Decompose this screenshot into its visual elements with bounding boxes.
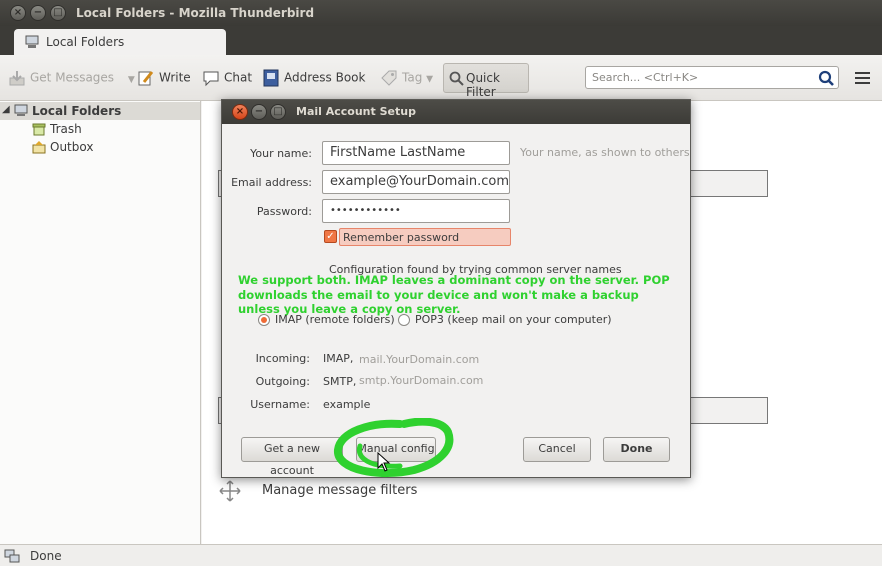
network-status-icon xyxy=(4,549,20,563)
folder-trash[interactable]: Trash xyxy=(50,122,82,136)
chat-button[interactable]: Chat xyxy=(202,69,252,87)
outbox-icon xyxy=(32,141,46,154)
search-icon[interactable] xyxy=(818,70,835,87)
dialog-close-button[interactable]: × xyxy=(232,104,248,120)
password-label: Password: xyxy=(256,205,312,218)
tag-icon xyxy=(381,70,397,86)
green-highlight-scribble xyxy=(334,418,454,477)
username-value: example xyxy=(323,398,371,411)
incoming-label: Incoming: xyxy=(255,352,310,365)
status-text: Done xyxy=(30,549,62,563)
trash-icon xyxy=(32,123,46,136)
status-bar: Done xyxy=(0,544,882,566)
get-new-account-button[interactable]: Get a new account xyxy=(241,437,343,477)
remember-password-label-box[interactable]: Remember password xyxy=(339,228,511,246)
pop3-label[interactable]: POP3 (keep mail on your computer) xyxy=(415,313,612,326)
cancel-button[interactable]: Cancel xyxy=(523,437,591,462)
username-label: Username: xyxy=(250,398,310,411)
folder-local-folders[interactable]: Local Folders xyxy=(32,104,121,118)
imap-label[interactable]: IMAP (remote folders) xyxy=(275,313,395,326)
outgoing-protocol: SMTP, xyxy=(323,375,357,388)
folder-pane: ◢ Local Folders Trash Outbox xyxy=(0,101,201,544)
computer-icon xyxy=(14,104,28,116)
name-hint: Your name, as shown to others xyxy=(520,146,690,159)
mouse-pointer-icon xyxy=(377,452,391,472)
minimize-window-button[interactable]: − xyxy=(30,5,46,21)
quick-filter-button[interactable]: Quick Filter xyxy=(443,63,529,99)
window-title: Local Folders - Mozilla Thunderbird xyxy=(76,6,315,20)
manage-filters-link[interactable]: Manage message filters xyxy=(262,483,417,498)
name-field[interactable]: FirstName LastName xyxy=(322,141,510,165)
address-book-icon xyxy=(263,69,279,87)
maximize-window-button[interactable]: □ xyxy=(50,5,66,21)
imap-radio[interactable] xyxy=(258,314,270,326)
tab-local-folders[interactable]: Local Folders xyxy=(14,29,226,55)
search-placeholder: Search... <Ctrl+K> xyxy=(592,71,699,84)
chat-bubble-icon xyxy=(203,71,219,87)
download-icon xyxy=(9,71,25,86)
remember-password-label: Remember password xyxy=(343,231,460,244)
outgoing-host: smtp.YourDomain.com xyxy=(359,374,484,387)
magnifier-icon xyxy=(449,71,464,86)
email-field[interactable]: example@YourDomain.com xyxy=(322,170,510,194)
done-button[interactable]: Done xyxy=(603,437,670,462)
dialog-maximize-button[interactable]: □ xyxy=(270,104,286,120)
search-input[interactable]: Search... <Ctrl+K> xyxy=(585,66,839,89)
email-label: Email address: xyxy=(231,176,312,189)
pencil-icon xyxy=(138,71,154,86)
pop3-radio[interactable] xyxy=(398,314,410,326)
filter-arrows-icon xyxy=(219,480,241,502)
close-window-button[interactable]: × xyxy=(10,5,26,21)
get-messages-button[interactable]: Get Messages ▼ xyxy=(8,69,135,87)
tab-strip: Local Folders xyxy=(0,26,882,55)
write-button[interactable]: Write xyxy=(137,69,191,87)
window-titlebar: × − □ Local Folders - Mozilla Thunderbir… xyxy=(0,0,882,26)
remember-password-checkbox[interactable]: ✓ xyxy=(324,230,337,243)
main-toolbar: Get Messages ▼ Write Chat Address Book T… xyxy=(0,55,882,101)
green-annotation-text: We support both. IMAP leaves a dominant … xyxy=(238,273,670,316)
name-label: Your name: xyxy=(250,147,312,160)
dialog-title: Mail Account Setup xyxy=(296,105,416,118)
address-book-button[interactable]: Address Book xyxy=(262,69,365,87)
collapse-triangle-icon[interactable]: ◢ xyxy=(2,104,10,115)
incoming-host: mail.YourDomain.com xyxy=(359,353,480,366)
dropdown-arrow-icon: ▼ xyxy=(426,74,434,85)
folder-outbox[interactable]: Outbox xyxy=(50,140,93,154)
dialog-minimize-button[interactable]: − xyxy=(251,104,267,120)
incoming-protocol: IMAP, xyxy=(323,352,354,365)
tag-button[interactable]: Tag ▼ xyxy=(380,69,433,87)
app-menu-icon[interactable] xyxy=(855,72,870,84)
computer-icon xyxy=(25,35,39,48)
dialog-titlebar: × − □ Mail Account Setup xyxy=(222,100,690,124)
tab-label: Local Folders xyxy=(46,35,125,49)
dropdown-arrow-icon[interactable]: ▼ xyxy=(128,75,135,85)
outgoing-label: Outgoing: xyxy=(255,375,310,388)
password-field[interactable]: •••••••••••• xyxy=(322,199,510,223)
